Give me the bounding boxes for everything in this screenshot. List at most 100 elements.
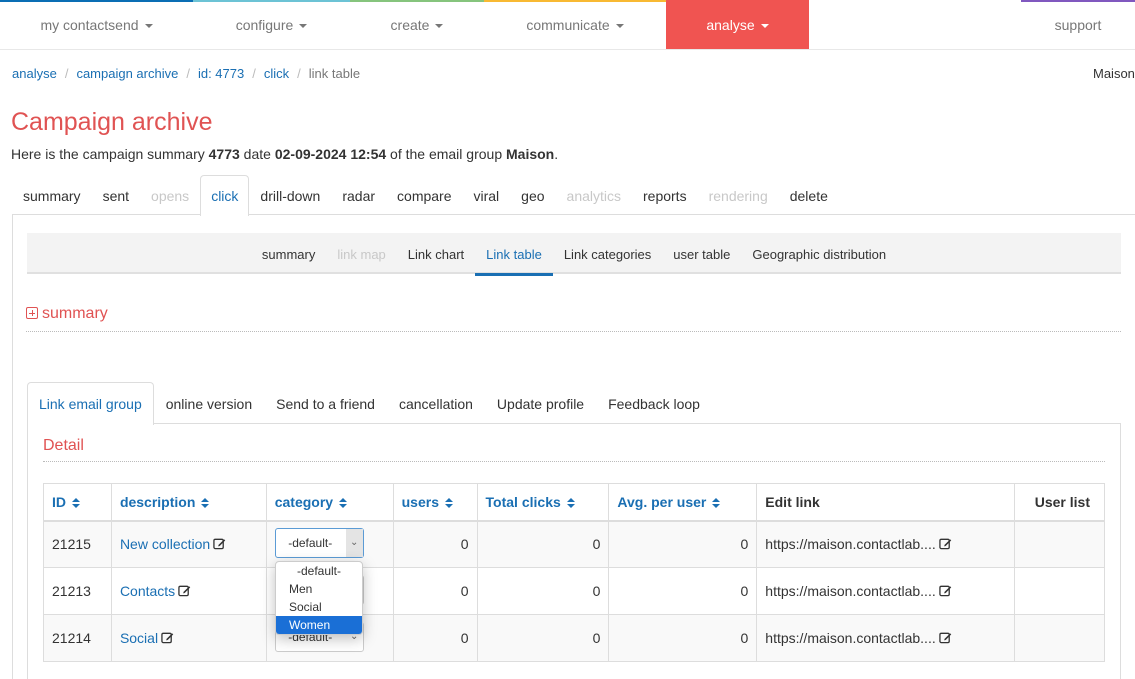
nav-color-bar <box>484 0 666 2</box>
sort-icon <box>339 497 348 508</box>
email-group: Maison <box>506 146 555 162</box>
nav-my-contactsend[interactable]: my contactsend <box>0 0 193 49</box>
nav-support[interactable]: support <box>1021 0 1135 49</box>
tab-click[interactable]: click <box>200 175 250 216</box>
tab-summary[interactable]: summary <box>12 175 92 215</box>
column-header-user-list: User list <box>1013 483 1106 522</box>
column-header-users[interactable]: users <box>392 483 478 522</box>
column-header-description[interactable]: description <box>110 483 267 522</box>
subtab-link-map: link map <box>337 247 386 262</box>
subtitle-text: of the email group <box>386 146 506 162</box>
page-subtitle: Here is the campaign summary 4773 date 0… <box>11 146 558 162</box>
tab-drill-down[interactable]: drill-down <box>249 175 331 215</box>
tab-update-profile[interactable]: Update profile <box>485 382 596 424</box>
sort-icon <box>566 497 575 508</box>
breadcrumb: analyse / campaign archive / id: 4773 / click /… <box>12 66 360 81</box>
link-url: https://maison.contactlab.... <box>765 583 936 599</box>
description-link[interactable]: Contacts <box>120 583 175 599</box>
tab-compare[interactable]: compare <box>386 175 462 215</box>
nav-label: configure <box>235 17 294 33</box>
expand-plus-icon <box>26 307 38 319</box>
tab-send-to-a-friend[interactable]: Send to a friend <box>264 382 387 424</box>
column-label: ID <box>52 493 66 510</box>
link-url: https://maison.contactlab.... <box>765 630 936 646</box>
breadcrumb-campaign-archive[interactable]: campaign archive <box>76 66 178 81</box>
breadcrumb-analyse[interactable]: analyse <box>12 66 57 81</box>
edit-icon[interactable] <box>938 537 952 550</box>
subtitle-text: date <box>239 146 275 162</box>
tab-delete[interactable]: delete <box>779 175 839 215</box>
nav-color-bar <box>193 0 350 2</box>
tab-link-email-group[interactable]: Link email group <box>27 382 154 425</box>
cell-total-clicks: 0 <box>476 614 610 662</box>
tab-rendering: rendering <box>708 188 768 204</box>
subtab-summary[interactable]: summary <box>251 233 326 274</box>
nav-create[interactable]: create <box>350 0 484 49</box>
dropdown-option[interactable]: Men <box>276 580 362 598</box>
tab-online-version[interactable]: online version <box>154 382 264 424</box>
subtab-link-table[interactable]: Link table <box>475 233 553 276</box>
cell-users: 0 <box>392 520 478 568</box>
tab-geo[interactable]: geo <box>510 175 555 215</box>
category-select[interactable]: -default- ⌄ <box>274 527 364 558</box>
cell-avg-per-user: 0 <box>608 614 758 662</box>
caret-down-icon <box>760 24 769 29</box>
dropdown-option[interactable]: Social <box>276 598 362 616</box>
edit-icon[interactable] <box>938 584 952 597</box>
edit-icon[interactable] <box>178 584 191 597</box>
cell-description: New collection <box>110 520 267 568</box>
tab-radar[interactable]: radar <box>331 175 386 215</box>
subtab-geographic-distribution[interactable]: Geographic distribution <box>741 233 897 274</box>
column-label: users <box>401 493 439 510</box>
breadcrumb-separator: / <box>297 66 301 81</box>
organization-name: Maison <box>1093 66 1135 81</box>
cell-description: Contacts <box>110 567 267 615</box>
edit-icon[interactable] <box>213 537 226 550</box>
tab-reports[interactable]: reports <box>632 175 698 215</box>
tab-viral[interactable]: viral <box>463 175 511 215</box>
column-header-category[interactable]: category <box>265 483 394 522</box>
tab-analytics: analytics <box>566 188 621 204</box>
nav-analyse[interactable]: analyse <box>666 0 809 49</box>
link-url: https://maison.contactlab.... <box>765 536 936 553</box>
cell-edit-link: https://maison.contactlab.... <box>756 567 1015 615</box>
sort-icon <box>72 497 80 508</box>
tab-sent[interactable]: sent <box>92 175 140 215</box>
breadcrumb-separator: / <box>252 66 256 81</box>
tab-feedback-loop[interactable]: Feedback loop <box>596 382 712 424</box>
sort-icon <box>712 497 721 508</box>
dropdown-option-highlighted[interactable]: Women <box>276 616 362 634</box>
column-header-avg-per-user[interactable]: Avg. per user <box>608 483 758 522</box>
breadcrumb-campaign-id[interactable]: id: 4773 <box>198 66 244 81</box>
nav-configure[interactable]: configure <box>193 0 350 49</box>
cell-id: 21214 <box>43 614 112 662</box>
edit-icon[interactable] <box>161 631 174 644</box>
campaign-date: 02-09-2024 12:54 <box>274 146 387 162</box>
cell-total-clicks: 0 <box>476 520 610 568</box>
description-link[interactable]: New collection <box>120 536 210 552</box>
breadcrumb-current: link table <box>308 66 361 81</box>
breadcrumb-separator: / <box>186 66 190 81</box>
column-header-total-clicks[interactable]: Total clicks <box>476 483 610 522</box>
nav-communicate[interactable]: communicate <box>484 0 666 49</box>
top-navigation: my contactsend configure create communic… <box>0 0 1135 50</box>
breadcrumb-click[interactable]: click <box>264 66 289 81</box>
summary-section-toggle[interactable]: summary <box>26 305 1121 332</box>
page-title: Campaign archive <box>11 108 213 136</box>
sort-icon <box>201 497 210 508</box>
campaign-tabs: summary sent opens click drill-down rada… <box>12 175 1135 216</box>
tab-cancellation[interactable]: cancellation <box>387 382 485 424</box>
subtab-user-table[interactable]: user table <box>662 233 741 274</box>
cell-id: 21213 <box>43 567 112 615</box>
subtab-link-categories[interactable]: Link categories <box>553 233 662 274</box>
subtab-link-chart[interactable]: Link chart <box>397 233 475 274</box>
cell-description: Social <box>110 614 267 662</box>
description-link[interactable]: Social <box>120 630 158 646</box>
nav-color-bar <box>350 0 484 2</box>
column-label: Avg. per user <box>617 493 707 510</box>
subtitle-text: . <box>554 146 559 162</box>
edit-icon[interactable] <box>938 631 952 644</box>
nav-label: analyse <box>706 17 755 33</box>
column-header-id[interactable]: ID <box>43 483 112 522</box>
dropdown-option[interactable]: -default- <box>276 562 362 580</box>
